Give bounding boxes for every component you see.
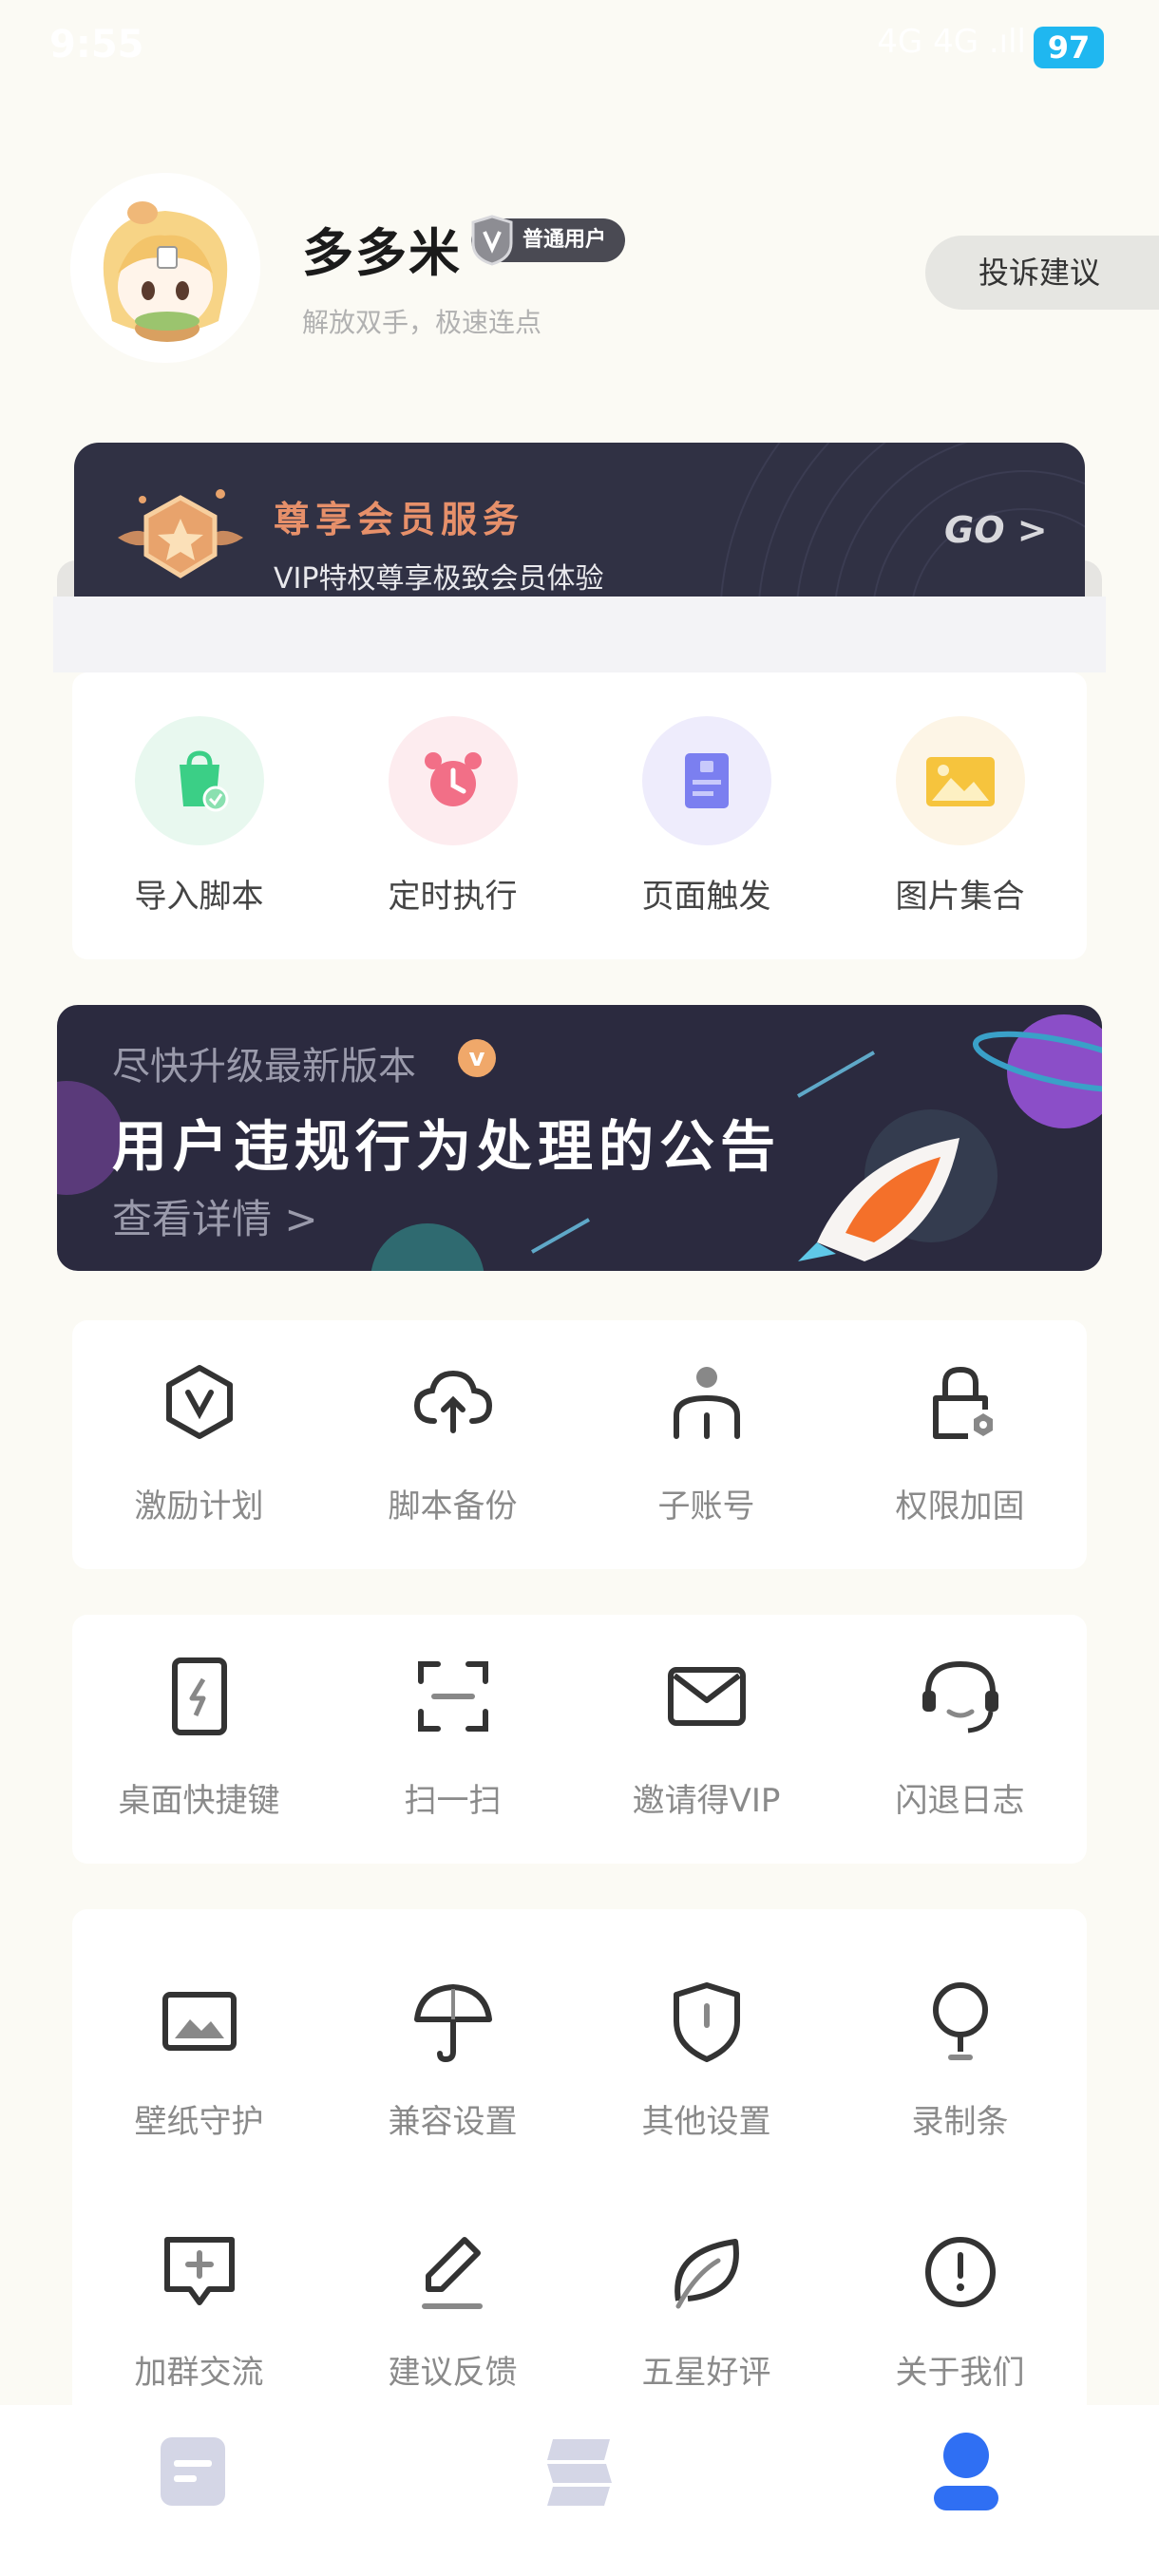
nav-profile-tab[interactable] xyxy=(772,2405,1159,2576)
status-time: 9:55 xyxy=(49,23,144,66)
feature-crash-log[interactable]: 闪退日志 xyxy=(833,1651,1087,1821)
vip-title: 尊享会员服务 xyxy=(274,499,525,540)
quick-action-import-script[interactable]: 导入脚本 xyxy=(72,716,326,917)
bottom-navigation xyxy=(0,2405,1159,2576)
feature-other-settings[interactable]: 其他设置 xyxy=(580,1976,833,2142)
feature-label: 子账号 xyxy=(657,1487,755,1525)
feature-join-group[interactable]: 加群交流 xyxy=(72,2226,326,2393)
username: 多多米 xyxy=(302,223,462,283)
signal-icon: 4G 4G .ıll xyxy=(877,23,1026,61)
umbrella-icon xyxy=(413,1984,492,2063)
invite-mail-icon xyxy=(667,1667,746,1726)
quick-actions-panel: 导入脚本 定时执行 页面触发 图片集合 xyxy=(72,672,1087,959)
image-collection-icon xyxy=(895,716,1025,845)
feature-label: 扫一扫 xyxy=(404,1782,502,1820)
feature-incentive-plan[interactable]: 激励计划 xyxy=(72,1356,326,1526)
record-bar-icon xyxy=(932,1982,988,2060)
feature-label: 五星好评 xyxy=(641,2354,771,2392)
info-icon xyxy=(924,2237,996,2307)
user-icon xyxy=(933,2433,998,2510)
feature-sub-account[interactable]: 子账号 xyxy=(580,1356,833,1526)
quick-action-image-collection[interactable]: 图片集合 xyxy=(833,716,1087,917)
avatar-illustration-icon xyxy=(76,179,255,357)
battery-icon: 97 xyxy=(1034,27,1104,68)
permission-lock-icon xyxy=(932,1366,993,1439)
feature-label: 其他设置 xyxy=(641,2103,771,2141)
feature-label: 兼容设置 xyxy=(388,2103,518,2141)
scan-icon xyxy=(417,1661,488,1732)
vip-medal-icon xyxy=(118,489,243,578)
feature-script-backup[interactable]: 脚本备份 xyxy=(326,1356,580,1526)
features-panel-3: 壁纸守护 兼容设置 其他设置 录制条 加群交流 建议反馈 五星好评 关于我们 xyxy=(72,1909,1087,2422)
desktop-shortcut-icon xyxy=(171,1657,227,1735)
feature-label: 壁纸守护 xyxy=(134,2103,264,2141)
feature-label: 桌面快捷键 xyxy=(118,1782,280,1820)
status-bar: 9:55 4G 4G .ıll 97 xyxy=(0,0,1159,95)
edit-feedback-icon xyxy=(421,2237,483,2309)
cloud-backup-icon xyxy=(413,1370,492,1433)
announcement-details-link[interactable]: 查看详情 > xyxy=(112,1187,318,1245)
feature-label: 建议反馈 xyxy=(388,2354,518,2392)
vip-v-icon: v xyxy=(458,1039,496,1077)
feature-label: 关于我们 xyxy=(895,2354,1025,2392)
avatar[interactable] xyxy=(76,179,255,357)
feature-desktop-shortcut[interactable]: 桌面快捷键 xyxy=(72,1651,326,1821)
profile-slogan: 解放双手，极速连点 xyxy=(302,307,542,338)
quick-action-timer[interactable]: 定时执行 xyxy=(326,716,580,917)
feature-label: 脚本备份 xyxy=(388,1487,518,1525)
feature-label: 录制条 xyxy=(911,2103,1009,2141)
nav-market-tab[interactable] xyxy=(387,2405,773,2576)
level-shield-icon xyxy=(471,215,513,266)
feature-label: 闪退日志 xyxy=(895,1782,1025,1820)
features-panel-1: 激励计划 脚本备份 子账号 权限加固 xyxy=(72,1320,1087,1569)
vip-go-button[interactable]: GO > xyxy=(944,509,1048,551)
quick-action-label: 图片集合 xyxy=(895,878,1025,916)
feature-wallpaper-guard[interactable]: 壁纸守护 xyxy=(72,1976,326,2142)
feature-label: 激励计划 xyxy=(134,1487,264,1525)
document-icon xyxy=(161,2437,226,2506)
announcement-title: 用户违规行为处理的公告 xyxy=(112,1114,782,1179)
features-panel-2: 桌面快捷键 扫一扫 邀请得VIP 闪退日志 xyxy=(72,1615,1087,1864)
quick-action-page-trigger[interactable]: 页面触发 xyxy=(580,716,833,917)
page-trigger-icon xyxy=(641,716,771,845)
feature-label: 加群交流 xyxy=(134,2354,264,2392)
quick-action-label: 页面触发 xyxy=(641,878,771,916)
feature-scan[interactable]: 扫一扫 xyxy=(326,1651,580,1821)
feature-label: 邀请得VIP xyxy=(632,1782,781,1820)
group-chat-icon xyxy=(163,2237,235,2305)
feature-feedback[interactable]: 建议反馈 xyxy=(326,2226,580,2393)
feature-compat-settings[interactable]: 兼容设置 xyxy=(326,1976,580,2142)
alarm-clock-icon xyxy=(388,716,518,845)
quick-action-label: 定时执行 xyxy=(388,878,518,916)
nav-scripts-tab[interactable] xyxy=(0,2405,387,2576)
shield-icon xyxy=(673,1982,740,2062)
feature-record-bar[interactable]: 录制条 xyxy=(833,1976,1087,2142)
complaint-button[interactable]: 投诉建议 xyxy=(925,236,1159,310)
vip-card-bottom xyxy=(53,597,1106,672)
feature-five-star[interactable]: 五星好评 xyxy=(580,2226,833,2393)
announcement-subtitle: 尽快升级最新版本 xyxy=(112,1045,416,1089)
feature-permission-lock[interactable]: 权限加固 xyxy=(833,1356,1087,1526)
layers-icon xyxy=(546,2439,612,2506)
incentive-plan-icon xyxy=(165,1365,233,1439)
wallpaper-icon xyxy=(162,1992,237,2051)
quick-action-label: 导入脚本 xyxy=(134,878,264,916)
sub-account-icon xyxy=(673,1367,740,1439)
vip-subtitle: VIP特权尊享极致会员体验 xyxy=(274,562,604,596)
crash-log-headset-icon xyxy=(922,1660,998,1733)
feature-about-us[interactable]: 关于我们 xyxy=(833,2226,1087,2393)
feature-label: 权限加固 xyxy=(895,1487,1025,1525)
leaf-icon xyxy=(674,2239,739,2309)
import-script-icon xyxy=(134,716,264,845)
feature-invite-vip[interactable]: 邀请得VIP xyxy=(580,1651,833,1821)
